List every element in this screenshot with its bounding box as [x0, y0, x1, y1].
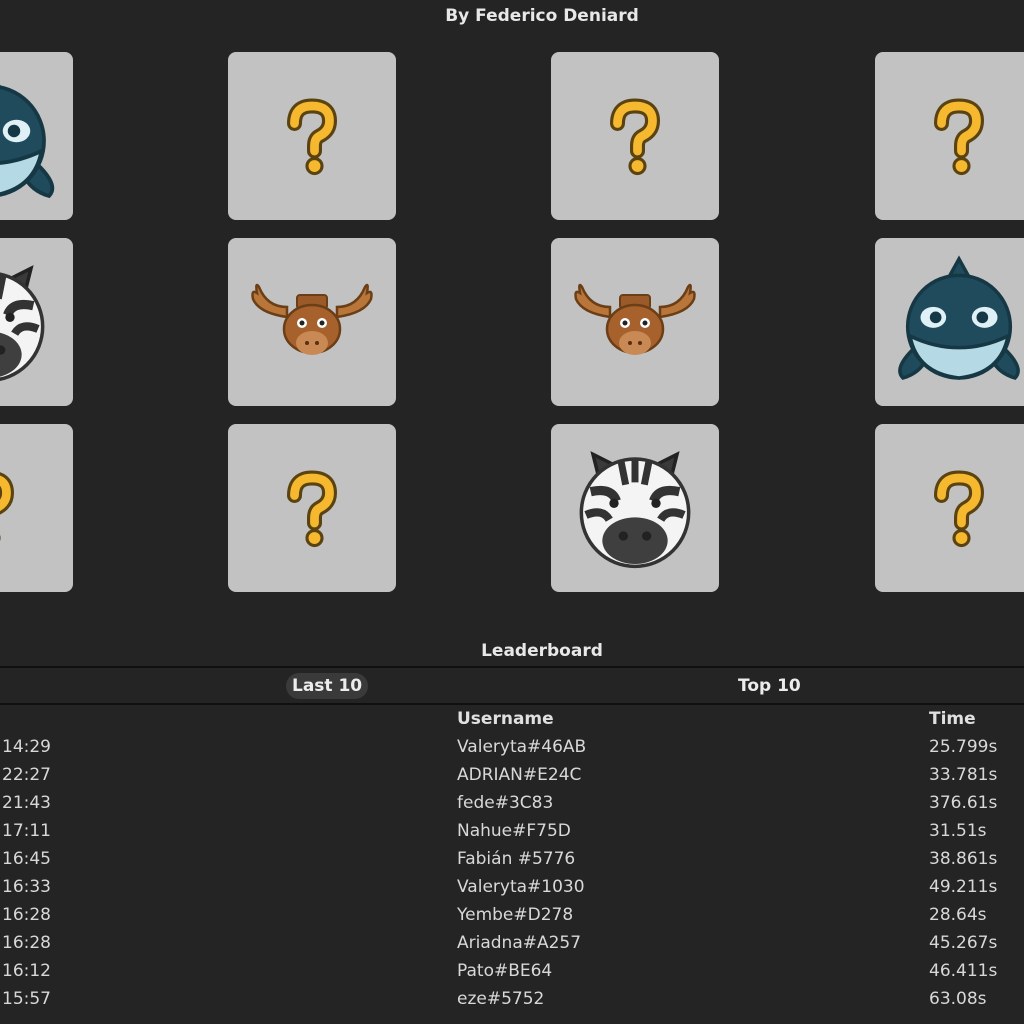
table-row: 3 14:29 Valeryta#46AB 25.799s	[0, 737, 1024, 765]
question-mark-icon	[287, 98, 338, 176]
table-row: 5 16:33 Valeryta#1030 49.211s	[0, 877, 1024, 905]
question-mark-icon	[287, 470, 338, 548]
row-date: 5 16:28	[0, 905, 51, 925]
row-date: 5 16:45	[0, 849, 51, 869]
row-time: 38.861s	[929, 849, 998, 869]
row-date: 5 15:57	[0, 989, 51, 1009]
row-username: Yembe#D278	[457, 905, 574, 925]
orca-icon	[0, 84, 55, 199]
memory-card[interactable]	[551, 238, 719, 406]
row-time: 46.411s	[929, 961, 998, 981]
row-date: 5 16:12	[0, 961, 51, 981]
table-row: 5 16:28 Yembe#D278 28.64s	[0, 905, 1024, 933]
row-username: fede#3C83	[457, 793, 554, 813]
memory-card[interactable]	[875, 52, 1024, 220]
memory-card[interactable]	[0, 424, 73, 592]
row-time: 25.799s	[929, 737, 998, 757]
row-date: 5 17:11	[0, 821, 51, 841]
question-mark-icon	[934, 470, 985, 548]
table-row: 5 16:12 Pato#BE64 46.411s	[0, 961, 1024, 989]
zebra-icon	[579, 451, 691, 569]
question-mark-icon	[610, 98, 661, 176]
tab-last-10[interactable]: Last 10	[286, 673, 369, 699]
row-date: 3 14:29	[0, 737, 51, 757]
row-username: ADRIAN#E24C	[457, 765, 582, 785]
row-date: 5 21:43	[0, 793, 51, 813]
row-time: 49.211s	[929, 877, 998, 897]
memory-card[interactable]	[0, 52, 73, 220]
divider	[0, 666, 1024, 668]
row-username: Valeryta#1030	[457, 877, 585, 897]
leaderboard-title: Leaderboard	[481, 641, 603, 661]
memory-card[interactable]	[551, 52, 719, 220]
row-time: 33.781s	[929, 765, 998, 785]
zebra-icon	[0, 265, 45, 381]
row-date: 5 16:33	[0, 877, 51, 897]
column-header-time: Time	[929, 709, 976, 729]
row-date: 5 22:27	[0, 765, 51, 785]
row-username: Valeryta#46AB	[457, 737, 587, 757]
memory-card[interactable]	[228, 424, 396, 592]
row-username: Fabián #5776	[457, 849, 576, 869]
table-row: 5 16:45 Fabián #5776 38.861s	[0, 849, 1024, 877]
memory-card[interactable]	[228, 52, 396, 220]
row-date: 5 16:28	[0, 933, 51, 953]
row-username: Nahue#F75D	[457, 821, 571, 841]
question-mark-icon	[934, 98, 985, 176]
tab-top-10[interactable]: Top 10	[738, 673, 801, 699]
table-row: 5 16:28 Ariadna#A257 45.267s	[0, 933, 1024, 961]
row-time: 63.08s	[929, 989, 987, 1009]
row-username: Pato#BE64	[457, 961, 553, 981]
moose-icon	[574, 283, 696, 355]
row-time: 28.64s	[929, 905, 987, 925]
row-time: 376.61s	[929, 793, 998, 813]
table-row: 5 22:27 ADRIAN#E24C 33.781s	[0, 765, 1024, 793]
table-row: 5 21:43 fede#3C83 376.61s	[0, 793, 1024, 821]
row-username: Ariadna#A257	[457, 933, 582, 953]
memory-card[interactable]	[875, 424, 1024, 592]
orca-icon	[898, 255, 1020, 380]
memory-card[interactable]	[228, 238, 396, 406]
memory-card[interactable]	[551, 424, 719, 592]
game-page: By Federico Deniard Leaderboard Last 10 …	[0, 0, 1024, 1024]
table-row: 5 15:57 eze#5752 63.08s	[0, 989, 1024, 1017]
moose-icon	[251, 283, 373, 355]
divider	[0, 703, 1024, 705]
row-time: 45.267s	[929, 933, 998, 953]
memory-card[interactable]	[875, 238, 1024, 406]
memory-card[interactable]	[0, 238, 73, 406]
question-mark-icon	[0, 472, 15, 542]
row-time: 31.51s	[929, 821, 987, 841]
column-header-username: Username	[457, 709, 554, 729]
row-username: eze#5752	[457, 989, 545, 1009]
table-row: 5 17:11 Nahue#F75D 31.51s	[0, 821, 1024, 849]
author-credit: By Federico Deniard	[445, 6, 639, 26]
